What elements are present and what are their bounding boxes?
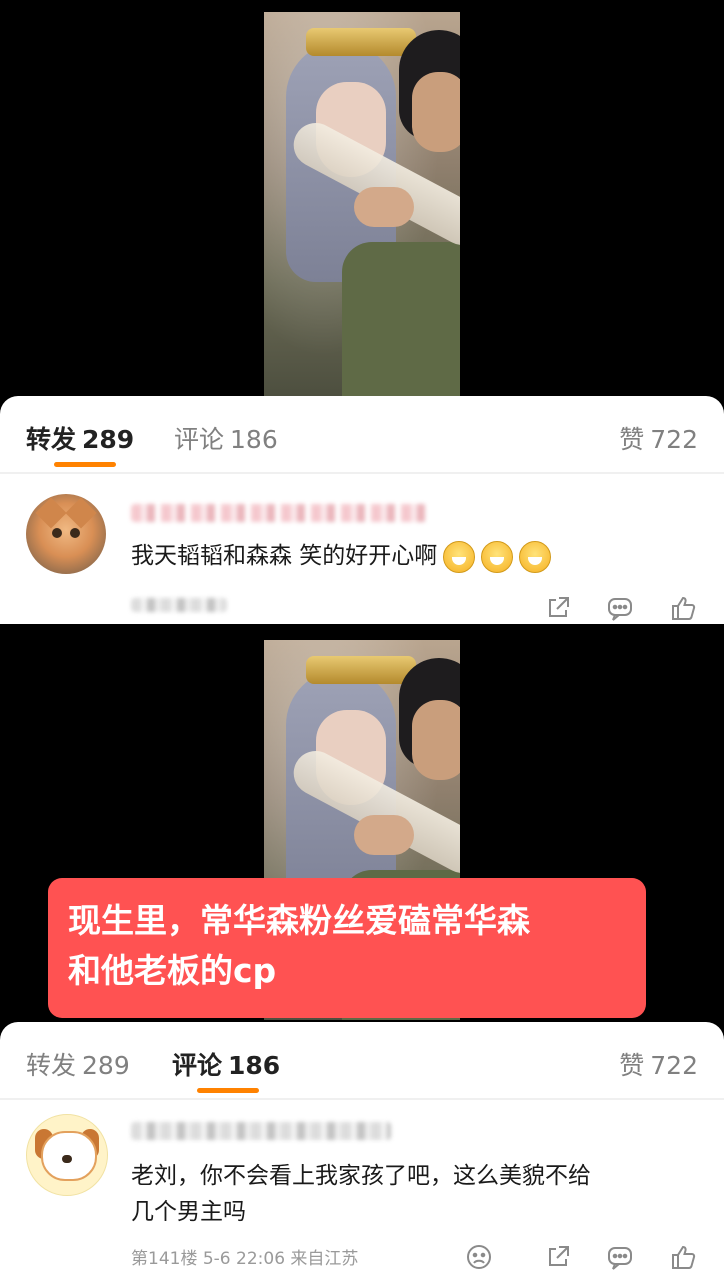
caption-line-1: 现生里，常华森粉丝爱磕常华森	[68, 901, 530, 940]
comment-line-1: 老刘，你不会看上我家孩了吧，这么美貌不给	[131, 1163, 591, 1189]
sad-face-icon[interactable]	[464, 1242, 494, 1272]
comment-body: 我天韬韬和森森 笑的好开心啊	[131, 543, 438, 569]
tab-likes-label: 赞	[619, 1051, 645, 1080]
tab-repost-label: 转发	[26, 425, 77, 454]
divider	[0, 1098, 724, 1100]
username-blurred[interactable]	[131, 1122, 391, 1140]
comment-meta: 第141楼 5-6 22:06 来自江苏	[131, 1249, 359, 1269]
tab-comments-label: 评论	[174, 425, 225, 454]
tab-bar: 转发 289 评论 186 赞 722	[0, 396, 724, 470]
tab-likes-count: 722	[650, 1051, 698, 1080]
like-icon[interactable]	[668, 593, 698, 623]
tab-repost[interactable]: 转发 289	[26, 1046, 130, 1082]
comment-text: 老刘，你不会看上我家孩了吧，这么美貌不给 几个男主吗	[131, 1158, 591, 1230]
tab-repost-count: 289	[82, 425, 135, 454]
tab-repost-count: 289	[82, 1051, 130, 1080]
like-icon[interactable]	[668, 1242, 698, 1272]
comment-line-2: 几个男主吗	[131, 1199, 246, 1225]
caption-line-2: 和他老板的cp	[68, 951, 277, 990]
avatar[interactable]	[26, 1114, 108, 1196]
laughing-emoji-icon	[519, 540, 552, 573]
comment-icon[interactable]	[605, 1242, 635, 1272]
share-icon[interactable]	[543, 593, 573, 623]
comment-card-1: 转发 289 评论 186 赞 722 我天韬韬和森森 笑的好开心啊	[0, 396, 724, 624]
username-blurred[interactable]	[131, 504, 427, 522]
tab-comments[interactable]: 评论 186	[172, 1046, 280, 1082]
tab-bar: 转发 289 评论 186 赞 722	[0, 1022, 724, 1096]
tab-likes-label: 赞	[619, 425, 645, 454]
tab-comments-label: 评论	[172, 1051, 223, 1080]
avatar[interactable]	[26, 494, 106, 574]
comment-icon[interactable]	[605, 593, 635, 623]
laughing-emoji-icon	[481, 540, 514, 573]
laughing-emoji-icon	[443, 540, 476, 573]
divider	[0, 472, 724, 474]
tab-comments-count: 186	[230, 425, 278, 454]
active-tab-indicator	[197, 1088, 259, 1093]
comment-text: 我天韬韬和森森 笑的好开心啊	[131, 538, 552, 574]
tab-likes-count: 722	[650, 425, 698, 454]
tab-repost[interactable]: 转发 289	[26, 420, 134, 456]
tab-comments[interactable]: 评论 186	[174, 420, 278, 456]
tab-likes[interactable]: 赞 722	[619, 1046, 698, 1082]
tab-comments-count: 186	[228, 1051, 281, 1080]
caption-banner: 现生里，常华森粉丝爱磕常华森 和他老板的cp	[48, 878, 646, 1018]
active-tab-indicator	[54, 462, 116, 467]
comment-meta-blurred	[131, 598, 227, 612]
post-photo-1[interactable]	[264, 12, 460, 396]
comment-card-2: 转发 289 评论 186 赞 722 老刘，你不会看上我家孩了吧，这么美貌不给 几个…	[0, 1022, 724, 1280]
share-icon[interactable]	[543, 1242, 573, 1272]
tab-repost-label: 转发	[26, 1051, 77, 1080]
tab-likes[interactable]: 赞 722	[619, 420, 698, 456]
